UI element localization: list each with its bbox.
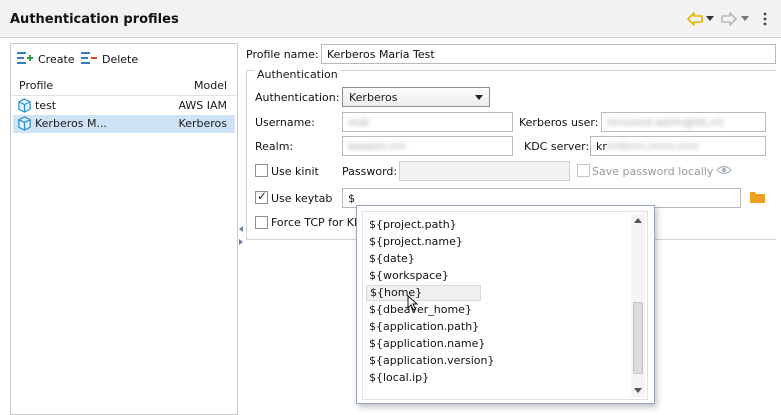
username-label: Username: [255, 116, 315, 129]
profile-name: test [35, 99, 57, 112]
password-input[interactable] [399, 161, 570, 181]
page-title: Authentication profiles [10, 12, 179, 27]
splitter-handle[interactable] [238, 224, 244, 248]
more-options-icon[interactable] [760, 11, 770, 27]
use-kinit-checkbox[interactable] [255, 164, 268, 177]
realm-input[interactable]: kkkktrr.rrrr [342, 136, 513, 156]
autocomplete-item[interactable]: ${application.version} [369, 354, 494, 370]
autocomplete-item[interactable]: ${local.ip} [369, 371, 429, 387]
authentication-group-title: Authentication [255, 68, 340, 81]
profile-cube-icon [17, 98, 33, 114]
autocomplete-list: ${project.path} ${project.name} ${date} … [362, 211, 648, 400]
kdc-server-label: KDC server: [524, 140, 590, 153]
autocomplete-item[interactable]: ${project.name} [369, 235, 463, 251]
delete-label: Delete [102, 52, 139, 66]
folder-icon[interactable] [750, 191, 765, 206]
profiles-panel: Create Delete Profile Model test AWS IAM [10, 43, 238, 415]
autocomplete-item[interactable]: ${date} [369, 252, 415, 268]
scroll-down-icon[interactable] [634, 388, 642, 393]
eye-icon[interactable] [716, 163, 732, 180]
table-row[interactable]: test AWS IAM [13, 97, 235, 115]
kerberos-user-input[interactable]: mrsomit.kkhh@ttt.rrt [601, 112, 766, 132]
profile-model: Kerberos [178, 117, 227, 130]
profiles-toolbar: Create Delete [11, 44, 237, 74]
autocomplete-item-hovered[interactable]: ${home} [366, 285, 481, 301]
autocomplete-item[interactable]: ${project.path} [369, 218, 457, 234]
scrollbar-thumb[interactable] [633, 302, 643, 374]
save-password-label: Save password locally [592, 165, 714, 178]
header-bar: Authentication profiles [0, 0, 781, 38]
autocomplete-item[interactable]: ${workspace} [369, 269, 449, 285]
use-kinit-label: Use kinit [271, 165, 319, 178]
use-keytab-label: Use keytab [271, 192, 333, 205]
use-keytab-checkbox[interactable] [255, 189, 268, 204]
create-icon [17, 51, 33, 68]
password-label: Password: [342, 165, 398, 178]
forward-arrow-icon[interactable] [720, 11, 738, 27]
create-label: Create [38, 52, 75, 66]
authentication-label: Authentication: [255, 91, 340, 104]
force-tcp-label: Force TCP for KD [271, 216, 363, 229]
profile-name-input[interactable]: Kerberos Maria Test [321, 44, 776, 64]
kerberos-user-label: Kerberos user: [519, 116, 599, 129]
autocomplete-item[interactable]: ${application.name} [369, 337, 485, 353]
mouse-cursor-icon [407, 294, 419, 314]
back-arrow-icon[interactable] [686, 11, 704, 27]
column-header-profile[interactable]: Profile [19, 79, 53, 92]
authentication-select[interactable]: Kerberos [342, 87, 490, 107]
profile-model: AWS IAM [178, 99, 227, 112]
delete-button[interactable]: Delete [81, 50, 138, 68]
save-password-checkbox[interactable] [577, 164, 590, 177]
column-header-model[interactable]: Model [194, 79, 227, 92]
autocomplete-popup: ${project.path} ${project.name} ${date} … [356, 205, 655, 404]
autocomplete-item[interactable]: ${application.path} [369, 320, 479, 336]
autocomplete-item[interactable]: ${dbeaver_home} [369, 303, 472, 319]
realm-label: Realm: [255, 140, 294, 153]
force-tcp-checkbox[interactable] [255, 216, 268, 229]
table-header: Profile Model [11, 76, 237, 96]
create-button[interactable]: Create [17, 50, 75, 68]
profile-name: Kerberos M... [35, 117, 107, 130]
dropdown-caret-icon[interactable] [740, 11, 750, 27]
table-row[interactable]: Kerberos M... Kerberos [13, 115, 235, 133]
dropdown-caret-icon[interactable] [705, 11, 715, 27]
username-input[interactable]: mdi [342, 112, 513, 132]
scroll-up-icon[interactable] [634, 218, 642, 223]
autocomplete-scrollbar[interactable] [631, 214, 645, 397]
kdc-server-input[interactable]: krrrrttrrrr.rrrrrr.rrrrr [590, 136, 766, 156]
delete-icon [81, 51, 97, 68]
splitter-arrows-icon [239, 226, 243, 245]
profile-cube-icon [17, 116, 33, 132]
chevron-down-icon [475, 95, 483, 100]
profile-name-label: Profile name: [246, 48, 319, 61]
